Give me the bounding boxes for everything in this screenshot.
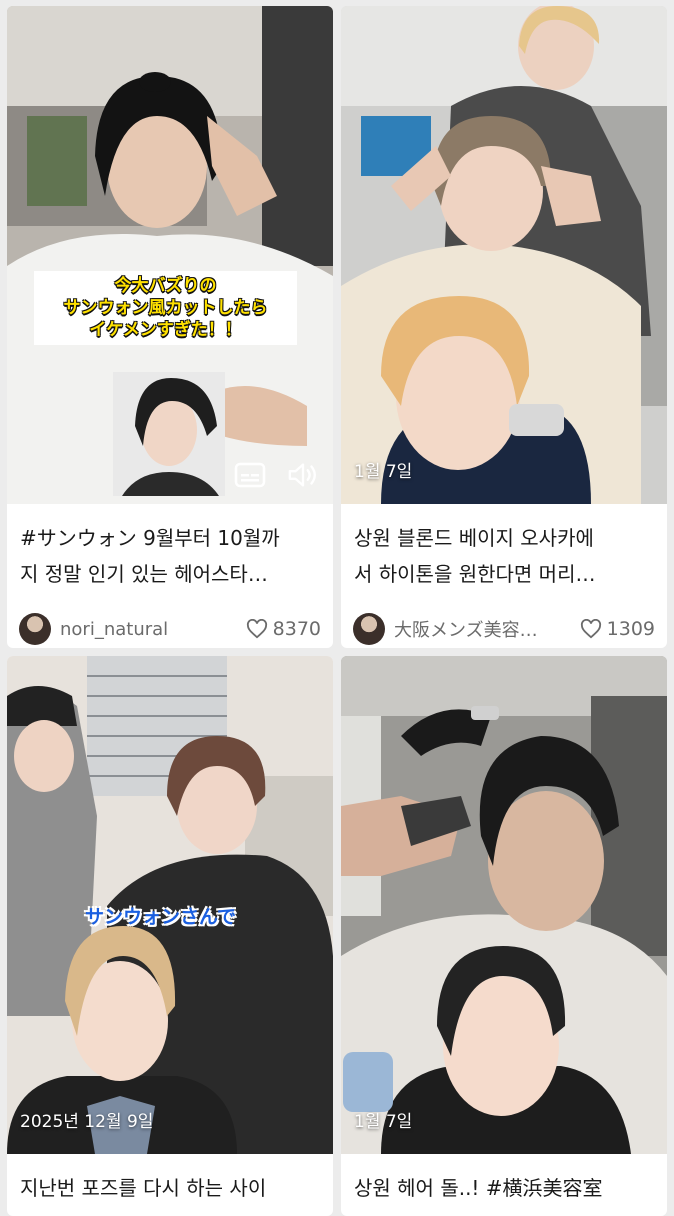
caption-line: 지 정말 인기 있는 헤어스타… bbox=[20, 562, 268, 586]
caption-line: 상원 블론드 베이지 오사카에 bbox=[354, 526, 594, 550]
caption-line: #サンウォン 9월부터 10월까 bbox=[20, 526, 280, 550]
heart-icon[interactable] bbox=[246, 619, 268, 639]
post-date: 2025년 12월 9일 bbox=[20, 1112, 154, 1132]
video-card[interactable]: 1월 7일 상원 블론드 베이지 오사카에 서 하이톤을 원한다면 머리… 大阪… bbox=[341, 6, 667, 648]
video-caption[interactable]: 상원 블론드 베이지 오사카에 서 하이톤을 원한다면 머리… bbox=[341, 504, 667, 602]
avatar[interactable] bbox=[353, 613, 385, 645]
thumbnail-image bbox=[7, 6, 333, 504]
avatar[interactable] bbox=[19, 613, 51, 645]
overlay-caption: 今大バズりの サンウォン風カットしたら イケメンすぎた！！ bbox=[34, 271, 297, 345]
overlay-caption-line: イケメンすぎた！！ bbox=[89, 320, 242, 340]
video-feed-grid: 今大バズりの サンウォン風カットしたら イケメンすぎた！！ #サンウォン 9월부… bbox=[0, 0, 674, 1216]
like-count-value: 8370 bbox=[272, 618, 321, 640]
video-thumbnail[interactable]: 1월 7일 bbox=[341, 6, 667, 504]
video-caption[interactable]: 지난번 포즈를 다시 하는 사이 bbox=[7, 1154, 333, 1216]
overlay-caption-line: 今大バズりの bbox=[114, 276, 217, 296]
heart-icon[interactable] bbox=[580, 619, 602, 639]
video-thumbnail[interactable]: 今大バズりの サンウォン風カットしたら イケメンすぎた！！ bbox=[7, 6, 333, 504]
post-date: 1월 7일 bbox=[354, 462, 413, 482]
thumbnail-image bbox=[341, 656, 667, 1154]
video-meta: 大阪メンズ美容… 1309 bbox=[341, 602, 667, 646]
video-caption[interactable]: #サンウォン 9월부터 10월까 지 정말 인기 있는 헤어스타… bbox=[7, 504, 333, 602]
username[interactable]: 大阪メンズ美容… bbox=[394, 616, 580, 642]
post-date: 1월 7일 bbox=[354, 1112, 413, 1132]
thumbnail-image bbox=[341, 6, 667, 504]
video-thumbnail[interactable]: サンウォンさんで 2025년 12월 9일 bbox=[7, 656, 333, 1154]
caption-line: 지난번 포즈를 다시 하는 사이 bbox=[20, 1176, 267, 1200]
video-card[interactable]: 1월 7일 상원 헤어 돌..! #横浜美容室 bbox=[341, 656, 667, 1216]
username[interactable]: nori_natural bbox=[60, 619, 246, 640]
overlay-caption: サンウォンさんで bbox=[85, 906, 237, 928]
like-count[interactable]: 8370 bbox=[246, 618, 321, 640]
video-card[interactable]: サンウォンさんで 2025년 12월 9일 지난번 포즈를 다시 하는 사이 bbox=[7, 656, 333, 1216]
video-thumbnail[interactable]: 1월 7일 bbox=[341, 656, 667, 1154]
like-count[interactable]: 1309 bbox=[580, 618, 655, 640]
overlay-caption-line: サンウォン風カットしたら bbox=[63, 298, 268, 318]
like-count-value: 1309 bbox=[606, 618, 655, 640]
captions-icon[interactable] bbox=[234, 461, 266, 489]
volume-icon[interactable] bbox=[287, 461, 319, 489]
video-caption[interactable]: 상원 헤어 돌..! #横浜美容室 bbox=[341, 1154, 667, 1216]
caption-line: 서 하이톤을 원한다면 머리… bbox=[354, 562, 596, 586]
video-meta: nori_natural 8370 bbox=[7, 602, 333, 646]
video-card[interactable]: 今大バズりの サンウォン風カットしたら イケメンすぎた！！ #サンウォン 9월부… bbox=[7, 6, 333, 648]
caption-line: 상원 헤어 돌..! #横浜美容室 bbox=[354, 1176, 603, 1200]
